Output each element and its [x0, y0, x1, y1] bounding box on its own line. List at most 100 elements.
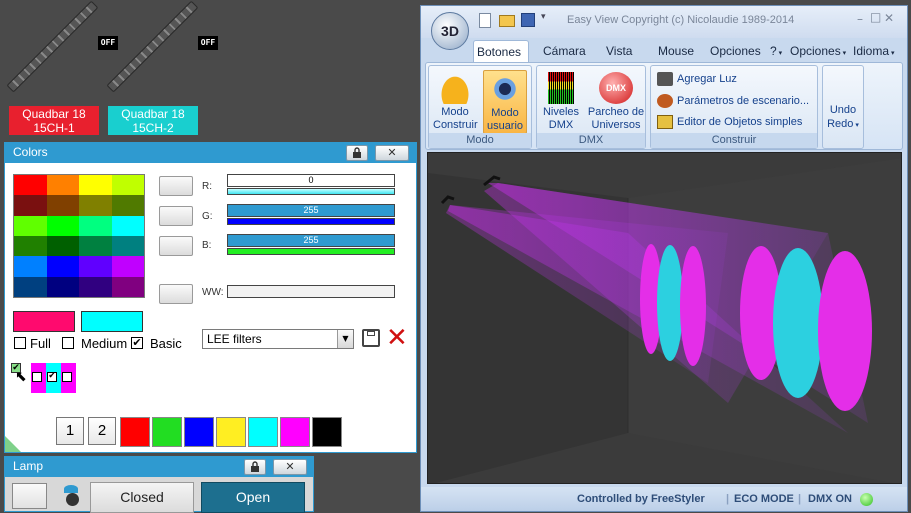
palette-swatch[interactable] — [111, 256, 144, 277]
3d-viewport[interactable] — [427, 152, 902, 484]
cursor-icon: ⬉ — [15, 369, 27, 385]
lock-button[interactable] — [346, 145, 368, 161]
r-value-field[interactable]: 0 — [227, 174, 395, 187]
quick-color-swatch[interactable] — [152, 417, 182, 447]
agregar-luz-button[interactable]: Agregar Luz — [657, 70, 737, 88]
tab-opciones[interactable]: Opciones — [710, 40, 761, 62]
tab-camara[interactable]: Cámara — [543, 40, 586, 62]
quick-color-swatch[interactable] — [248, 417, 278, 447]
parametros-button[interactable]: Parámetros de escenario... — [657, 92, 809, 110]
modo-construir-button[interactable]: Modo Construir — [433, 70, 478, 134]
palette-swatch[interactable] — [111, 276, 144, 297]
palette-swatch[interactable] — [14, 276, 47, 297]
app-logo[interactable]: 3D — [431, 12, 469, 50]
r-label: R: — [202, 181, 212, 192]
tab-mouse[interactable]: Mouse — [658, 40, 694, 62]
window-title: Lamp — [13, 459, 44, 473]
palette-swatch[interactable] — [14, 256, 47, 277]
save-icon[interactable] — [521, 13, 535, 27]
palette-swatch[interactable] — [46, 195, 79, 216]
preset-checkbox-2[interactable]: ✔ — [47, 372, 57, 382]
new-icon[interactable] — [479, 13, 491, 28]
page-2-button[interactable]: 2 — [88, 417, 116, 445]
palette-swatch[interactable] — [111, 215, 144, 236]
palette-swatch[interactable] — [111, 236, 144, 257]
ww-swatch-button[interactable] — [159, 284, 193, 304]
stage-render — [428, 158, 901, 483]
close-icon: ✕ — [387, 146, 397, 159]
dropdown-icon[interactable]: ▾ — [541, 12, 546, 22]
palette-swatch[interactable] — [79, 195, 112, 216]
b-slider[interactable] — [227, 248, 395, 255]
page-1-button[interactable]: 1 — [56, 417, 84, 445]
lamp-titlebar[interactable]: Lamp — [5, 457, 313, 477]
g-swatch-button[interactable] — [159, 206, 193, 226]
resize-grip-icon[interactable] — [5, 436, 21, 452]
minimize-icon[interactable]: – — [857, 12, 863, 26]
palette-swatch[interactable] — [46, 236, 79, 257]
palette-swatch[interactable] — [79, 215, 112, 236]
palette-swatch[interactable] — [79, 175, 112, 196]
palette-swatch[interactable] — [79, 276, 112, 297]
maximize-icon[interactable]: □ — [870, 10, 881, 24]
tab-help[interactable]: ? ▾ — [770, 40, 782, 62]
r-slider[interactable] — [227, 188, 395, 195]
palette-swatch[interactable] — [46, 175, 79, 196]
palette-swatch[interactable] — [14, 175, 47, 196]
closed-button[interactable]: Closed — [90, 482, 194, 513]
r-swatch-button[interactable] — [159, 176, 193, 196]
palette-swatch[interactable] — [111, 175, 144, 196]
delete-icon[interactable]: ✕ — [386, 325, 408, 351]
ww-slider[interactable] — [227, 285, 395, 298]
tab-idioma[interactable]: Idioma ▾ — [853, 40, 895, 62]
tab-vista[interactable]: Vista — [606, 40, 632, 62]
light-icon — [657, 72, 673, 86]
close-button[interactable]: ✕ — [273, 459, 307, 475]
close-button[interactable]: ✕ — [375, 145, 409, 161]
palette-swatch[interactable] — [14, 215, 47, 236]
medium-checkbox[interactable] — [62, 337, 74, 349]
editor-button[interactable]: Editor de Objetos simples — [657, 113, 802, 131]
g-value-field[interactable]: 255 — [227, 204, 395, 217]
modo-usuario-button[interactable]: Modo usuario — [483, 70, 527, 134]
status-eco[interactable]: ECO MODE — [734, 487, 794, 511]
preset-checkbox-1[interactable] — [32, 372, 42, 382]
status-dmx[interactable]: DMX ON — [808, 487, 852, 511]
quick-color-swatch[interactable] — [312, 417, 342, 447]
filter-select[interactable]: LEE filters ▼ — [202, 329, 354, 349]
quick-color-swatch[interactable] — [280, 417, 310, 447]
open-button[interactable]: Open — [201, 482, 305, 513]
lamp-swatch-button[interactable] — [12, 483, 47, 509]
quick-color-swatch[interactable] — [120, 417, 150, 447]
tab-botones[interactable]: Botones e — [473, 40, 529, 81]
undo-button[interactable]: Undo — [823, 104, 863, 116]
niveles-dmx-button[interactable]: Niveles DMX — [539, 70, 583, 134]
save-icon[interactable] — [362, 329, 380, 347]
b-value-field[interactable]: 255 — [227, 234, 395, 247]
palette-swatch[interactable] — [79, 236, 112, 257]
titlebar[interactable]: 3D ▾ Easy View Copyright (c) Nicolaudie … — [421, 6, 907, 50]
redo-button[interactable]: Redo ▾ — [823, 118, 863, 130]
open-folder-icon[interactable] — [499, 15, 515, 27]
palette-swatch[interactable] — [46, 276, 79, 297]
close-icon[interactable]: ✕ — [884, 11, 894, 25]
palette-swatch[interactable] — [46, 256, 79, 277]
palette-swatch[interactable] — [14, 236, 47, 257]
quick-color-swatch[interactable] — [216, 417, 246, 447]
preset-checkbox-3[interactable] — [62, 372, 72, 382]
lock-icon — [251, 461, 259, 472]
g-slider[interactable] — [227, 218, 395, 225]
tab-opciones-2[interactable]: Opciones ▾ — [790, 40, 846, 62]
palette-swatch[interactable] — [14, 195, 47, 216]
full-checkbox[interactable] — [14, 337, 26, 349]
b-swatch-button[interactable] — [159, 236, 193, 256]
palette-swatch[interactable] — [79, 256, 112, 277]
fixture-1[interactable]: OFF Quadbar 18 15CH-1 — [6, 0, 118, 139]
parcheo-button[interactable]: DMX Parcheo de Universos — [587, 70, 645, 134]
palette-swatch[interactable] — [46, 215, 79, 236]
fixture-2[interactable]: OFF Quadbar 18 15CH-2 — [106, 0, 218, 139]
palette-swatch[interactable] — [111, 195, 144, 216]
lock-button[interactable] — [244, 459, 266, 475]
quick-color-swatch[interactable] — [184, 417, 214, 447]
basic-checkbox[interactable]: ✔ — [131, 337, 143, 349]
